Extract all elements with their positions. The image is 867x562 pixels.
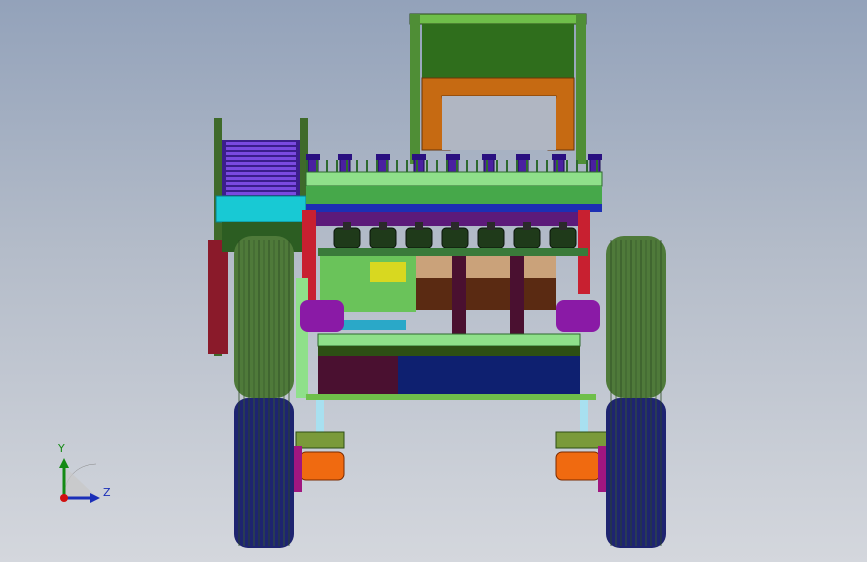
- left-motor: [300, 300, 344, 332]
- inner-yellow-part: [370, 262, 406, 282]
- triad-z-label: Z: [103, 486, 111, 499]
- clamp: [369, 227, 397, 249]
- tine-cap: [412, 154, 426, 160]
- inner-post-a: [452, 256, 466, 342]
- conveyor-slat: [226, 177, 296, 180]
- triad-y-label: Y: [58, 442, 65, 455]
- frame-green-beam: [306, 186, 602, 204]
- clamp-bolt: [559, 222, 567, 230]
- conveyor-slat: [226, 187, 296, 190]
- clamp: [513, 227, 541, 249]
- clamp: [549, 227, 577, 249]
- tine-cap: [376, 154, 390, 160]
- clamp-bolt: [451, 222, 459, 230]
- hopper-window: [442, 96, 556, 150]
- frame-top-beam: [305, 171, 603, 187]
- left-leg-foot: [295, 431, 345, 449]
- tine-cap: [552, 154, 566, 160]
- left-orange-hub: [299, 451, 345, 481]
- conveyor-slat: [226, 152, 296, 155]
- hopper-right-post: [576, 14, 586, 164]
- clamp: [405, 227, 433, 249]
- hopper-top-bar: [409, 13, 587, 25]
- tine-cap: [338, 154, 352, 160]
- conveyor-slat: [226, 157, 296, 160]
- upper-hopper: [409, 13, 587, 164]
- right-motor: [556, 300, 600, 332]
- clamp: [477, 227, 505, 249]
- inner-body: [296, 256, 600, 400]
- clamp: [441, 227, 469, 249]
- clamp-bolt: [343, 222, 351, 230]
- tine-cap: [516, 154, 530, 160]
- lower-maroon-panel: [318, 356, 398, 394]
- lower-crossbeam: [317, 333, 581, 347]
- inner-brown-panel: [416, 278, 556, 310]
- cad-graphics-viewport[interactable]: Y Z: [0, 0, 867, 562]
- lower-legs: [292, 400, 609, 492]
- inner-post-b: [510, 256, 524, 342]
- right-orange-hub: [555, 451, 601, 481]
- left-side-panel: [208, 240, 228, 354]
- right-leg-foot: [555, 431, 609, 449]
- y-axis-arrowhead: [59, 458, 69, 468]
- left-inner-post: [296, 278, 308, 398]
- conveyor-slat: [226, 192, 296, 195]
- conveyor-slat: [226, 142, 296, 145]
- tine-cap: [446, 154, 460, 160]
- triad-origin: [60, 494, 68, 502]
- conveyor-slat: [226, 147, 296, 150]
- bottom-rail: [306, 394, 596, 400]
- clamp-bolt: [487, 222, 495, 230]
- tine-cap: [482, 154, 496, 160]
- frame-blue-beam: [306, 204, 602, 212]
- lower-navy-panel: [398, 356, 580, 394]
- clamp: [333, 227, 361, 249]
- tine-cap: [306, 154, 320, 160]
- conveyor-slat: [226, 162, 296, 165]
- right-wheel: [606, 236, 666, 548]
- conveyor-slat: [226, 167, 296, 170]
- harvester-assembly-model[interactable]: [0, 0, 867, 562]
- clamp-bolt: [379, 222, 387, 230]
- left-wheel: [234, 236, 294, 548]
- triad-plane: [64, 466, 98, 498]
- conveyor-slat: [226, 172, 296, 175]
- frame-lower-bar: [318, 248, 588, 256]
- lower-dark-strip: [318, 346, 580, 356]
- conveyor-slat: [226, 182, 296, 185]
- tine-cap: [588, 154, 602, 160]
- inner-tan-panel: [416, 256, 556, 278]
- hopper-green-panel: [422, 24, 574, 78]
- hopper-left-post: [410, 14, 420, 164]
- z-axis-arrowhead: [90, 493, 100, 503]
- clamp-bolt: [523, 222, 531, 230]
- left-leg: [316, 400, 324, 434]
- clamp-bolt: [415, 222, 423, 230]
- conveyor-cyan-block: [215, 195, 307, 223]
- right-leg: [580, 400, 588, 434]
